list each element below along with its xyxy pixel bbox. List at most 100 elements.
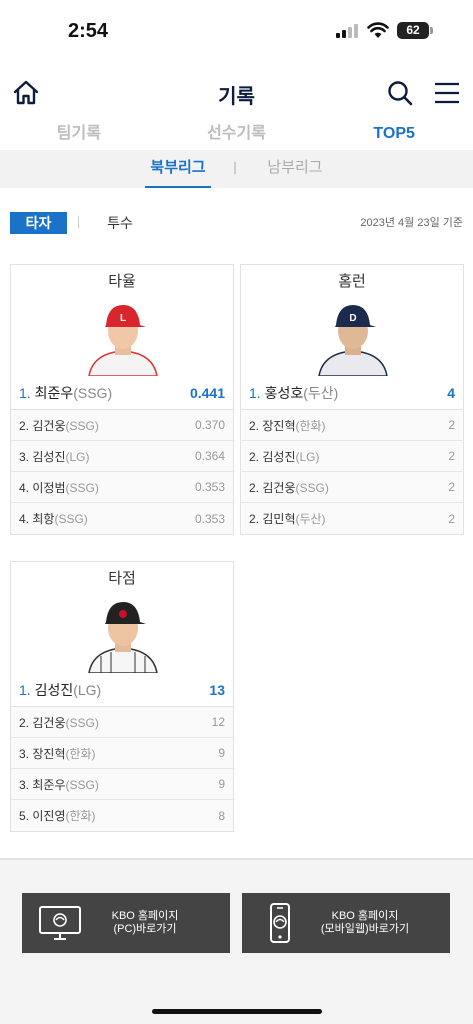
ranking-team: (SSG): [65, 418, 99, 433]
player-avatar-icon: L: [88, 305, 158, 377]
leader-value: 4: [447, 384, 455, 401]
home-icon[interactable]: [12, 79, 40, 107]
leader-player: 최준우: [34, 384, 74, 401]
ranking-name: 2. 김민혁(두산): [249, 510, 326, 527]
ranking-player: 이정범: [32, 480, 66, 495]
ranking-row[interactable]: 3. 최준우(SSG) 9: [11, 769, 233, 800]
leader-row[interactable]: 1. 최준우(SSG) 0.441: [11, 376, 233, 410]
league-divider: [234, 162, 236, 174]
ranking-row[interactable]: 2. 장진혁(한화) 2: [241, 410, 463, 441]
ranking-player: 장진혁: [262, 418, 296, 433]
ranking-row[interactable]: 4. 이정범(SSG) 0.353: [11, 472, 233, 503]
ranking-player: 김건웅: [262, 480, 296, 495]
ranking-value: 2: [448, 418, 455, 432]
app-header: 기록: [0, 62, 473, 120]
ranking-team: (LG): [295, 449, 320, 464]
ranking-rank: 3.: [19, 746, 30, 761]
ranking-player: 최항: [32, 512, 55, 526]
main-tabs: 팀기록 선수기록 TOP5: [0, 120, 473, 150]
player-photo: L: [11, 299, 233, 377]
ranking-team: (두산): [295, 512, 326, 526]
tab-player-records[interactable]: 선수기록: [158, 120, 316, 150]
ranking-team: (한화): [65, 809, 96, 823]
ranking-name: 3. 김성진(LG): [19, 448, 89, 465]
battery-indicator: 62: [397, 22, 429, 39]
leader-rank: 1.: [19, 384, 31, 401]
wifi-icon: [367, 22, 389, 38]
ranking-rank: 2.: [249, 512, 260, 526]
tab-north-league[interactable]: 북부리그: [145, 150, 211, 188]
tab-batter[interactable]: 타자: [10, 212, 67, 234]
leader-value: 13: [209, 681, 225, 698]
ranking-rank: 4.: [19, 512, 30, 526]
ranking-name: 4. 이정범(SSG): [19, 479, 99, 496]
player-type-row: 타자 투수 2023년 4월 23일 기준: [0, 210, 473, 236]
player-avatar-icon: D: [318, 305, 388, 377]
ranking-name: 3. 장진혁(한화): [19, 745, 96, 762]
card-title: 홈런: [338, 273, 366, 290]
ranking-name: 5. 이진영(한화): [19, 807, 96, 824]
leader-team: (두산): [303, 384, 339, 401]
ranking-rank: 4.: [19, 480, 30, 495]
ranking-player: 이진영: [32, 809, 66, 823]
leader-name: 1. 홍성호(두산): [249, 383, 338, 403]
leader-rank: 1.: [19, 681, 31, 698]
menu-icon[interactable]: [434, 81, 460, 105]
leader-row[interactable]: 1. 홍성호(두산) 4: [241, 376, 463, 410]
tab-top5[interactable]: TOP5: [315, 120, 473, 150]
ranking-player: 최준우: [32, 777, 66, 792]
leader-player: 홍성호: [264, 384, 304, 401]
ranking-rank: 3.: [19, 449, 30, 464]
ranking-value: 8: [218, 808, 225, 823]
ranking-name: 2. 김건웅(SSG): [19, 714, 99, 731]
kbo-pc-label: KBO 홈페이지 (PC)바로가기: [111, 910, 179, 935]
leader-row[interactable]: 1. 김성진(LG) 13: [11, 673, 233, 707]
ranking-row[interactable]: 2. 김건웅(SSG) 2: [241, 472, 463, 503]
league-tabs: 북부리그 남부리그: [0, 150, 473, 188]
ranking-row[interactable]: 2. 김민혁(두산) 2: [241, 503, 463, 534]
monitor-icon: [39, 906, 81, 940]
stat-card-rbi: 타점 1. 김성진(LG) 13 2. 김건웅(SSG) 12 3. 장진혁(한…: [10, 561, 234, 832]
signal-icon: [336, 24, 360, 38]
ranking-row[interactable]: 4. 최항(SSG) 0.353: [11, 503, 233, 534]
leader-name: 1. 김성진(LG): [19, 680, 101, 700]
ranking-row[interactable]: 5. 이진영(한화) 8: [11, 800, 233, 831]
ranking-value: 0.353: [194, 511, 225, 526]
ranking-team: (한화): [65, 746, 96, 761]
ranking-rank: 3.: [19, 777, 30, 792]
mobile-phone-icon: [270, 903, 290, 943]
ranking-row[interactable]: 2. 김건웅(SSG) 12: [11, 707, 233, 738]
svg-text:L: L: [120, 313, 126, 324]
stat-card-home-runs: 홈런 D 1. 홍성호(두산) 4 2. 장진혁(한화) 2 2. 김성진(LG…: [240, 264, 464, 535]
ranking-team: (SSG): [295, 480, 329, 495]
search-icon[interactable]: [386, 79, 414, 107]
ranking-rank: 2.: [19, 418, 30, 433]
kbo-mobile-button[interactable]: KBO 홈페이지 (모바일웹)바로가기: [242, 893, 450, 953]
ranking-value: 9: [218, 777, 225, 791]
kbo-pc-button[interactable]: KBO 홈페이지 (PC)바로가기: [22, 893, 230, 953]
player-photo: [11, 596, 233, 674]
ranking-value: 2: [448, 480, 455, 494]
ranking-row[interactable]: 2. 김성진(LG) 2: [241, 441, 463, 472]
ranking-rank: 2.: [249, 480, 260, 495]
ranking-row[interactable]: 3. 장진혁(한화) 9: [11, 738, 233, 769]
battery-nub: [430, 27, 433, 34]
stat-card-batting-average: 타율 L 1. 최준우(SSG) 0.441 2. 김건웅(SSG) 0.370…: [10, 264, 234, 535]
tab-team-records[interactable]: 팀기록: [0, 120, 158, 150]
status-bar: 2:54 62: [0, 0, 473, 62]
ranking-row[interactable]: 2. 김건웅(SSG) 0.370: [11, 410, 233, 441]
ranking-rank: 5.: [19, 809, 30, 823]
ranking-rank: 2.: [19, 715, 30, 730]
ranking-rank: 2.: [249, 449, 260, 464]
ranking-team: (SSG): [65, 480, 99, 495]
ranking-name: 4. 최항(SSG): [19, 510, 88, 527]
tab-pitcher[interactable]: 투수: [100, 212, 140, 234]
leader-team: (SSG): [73, 384, 113, 401]
ranking-name: 2. 김성진(LG): [249, 448, 319, 465]
svg-text:D: D: [349, 313, 356, 324]
leader-rank: 1.: [249, 384, 261, 401]
ranking-row[interactable]: 3. 김성진(LG) 0.364: [11, 441, 233, 472]
ranking-value: 0.370: [194, 418, 225, 432]
tab-south-league[interactable]: 남부리그: [262, 150, 328, 188]
ranking-value: 0.364: [194, 449, 225, 463]
